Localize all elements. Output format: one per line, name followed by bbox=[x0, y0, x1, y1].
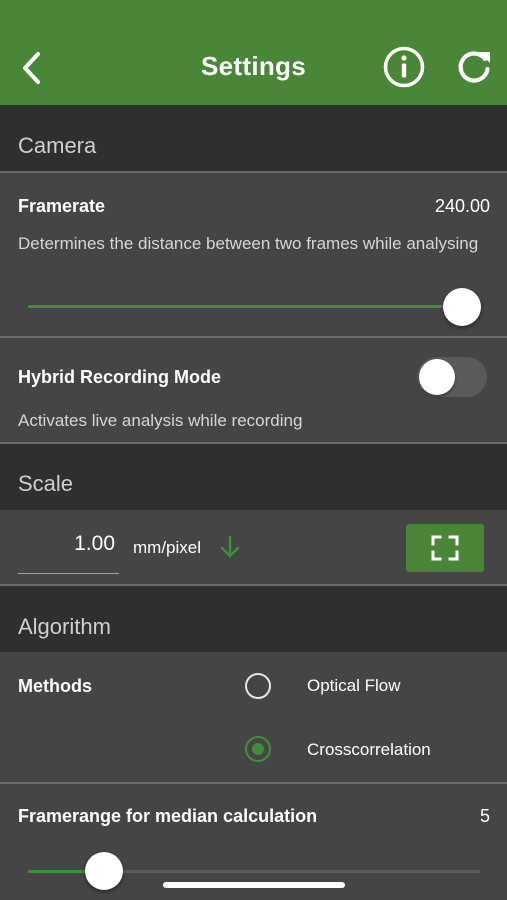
hybrid-recording-toggle[interactable] bbox=[417, 357, 487, 397]
scale-value-input[interactable]: 1.00 bbox=[18, 524, 119, 574]
framerate-description: Determines the distance between two fram… bbox=[18, 234, 479, 253]
arrow-down-icon[interactable] bbox=[219, 534, 241, 560]
framerange-label: Framerange for median calculation bbox=[18, 806, 318, 826]
refresh-icon[interactable] bbox=[455, 48, 493, 86]
framerange-slider-track[interactable] bbox=[104, 870, 480, 873]
methods-label: Methods bbox=[18, 676, 92, 696]
radio-optical-flow[interactable] bbox=[245, 673, 271, 699]
divider bbox=[0, 336, 507, 338]
section-header-algorithm: Algorithm bbox=[0, 586, 507, 652]
framerate-value: 240.00 bbox=[434, 196, 490, 216]
option-label-optical-flow[interactable]: Optical Flow bbox=[307, 676, 401, 696]
option-label-crosscorrelation[interactable]: Crosscorrelation bbox=[307, 740, 431, 760]
app-header: Settings bbox=[0, 0, 507, 105]
hybrid-recording-label: Hybrid Recording Mode bbox=[18, 367, 222, 387]
page-title: Settings bbox=[201, 51, 306, 81]
divider bbox=[0, 171, 507, 173]
scan-scale-button[interactable] bbox=[406, 524, 484, 572]
section-header-scale: Scale bbox=[0, 444, 507, 510]
framerange-value: 5 bbox=[479, 806, 490, 826]
divider bbox=[0, 782, 507, 784]
toggle-knob bbox=[419, 359, 455, 395]
section-header-camera: Camera bbox=[0, 105, 507, 172]
framerange-slider-thumb[interactable] bbox=[85, 852, 123, 890]
section-title: Camera bbox=[18, 133, 97, 158]
framerate-slider-thumb[interactable] bbox=[443, 288, 481, 326]
radio-crosscorrelation[interactable] bbox=[245, 736, 271, 762]
scale-unit-label: mm/pixel bbox=[133, 538, 202, 557]
info-circle-icon[interactable] bbox=[382, 45, 426, 89]
radio-selected-dot bbox=[252, 743, 264, 755]
section-title: Algorithm bbox=[18, 614, 111, 639]
hybrid-recording-description: Activates live analysis while recording bbox=[18, 411, 303, 430]
home-indicator bbox=[163, 882, 345, 888]
framerate-slider-track[interactable] bbox=[28, 305, 461, 308]
scan-frame-icon bbox=[431, 535, 459, 561]
framerate-label: Framerate bbox=[18, 196, 106, 216]
section-title: Scale bbox=[18, 471, 74, 496]
